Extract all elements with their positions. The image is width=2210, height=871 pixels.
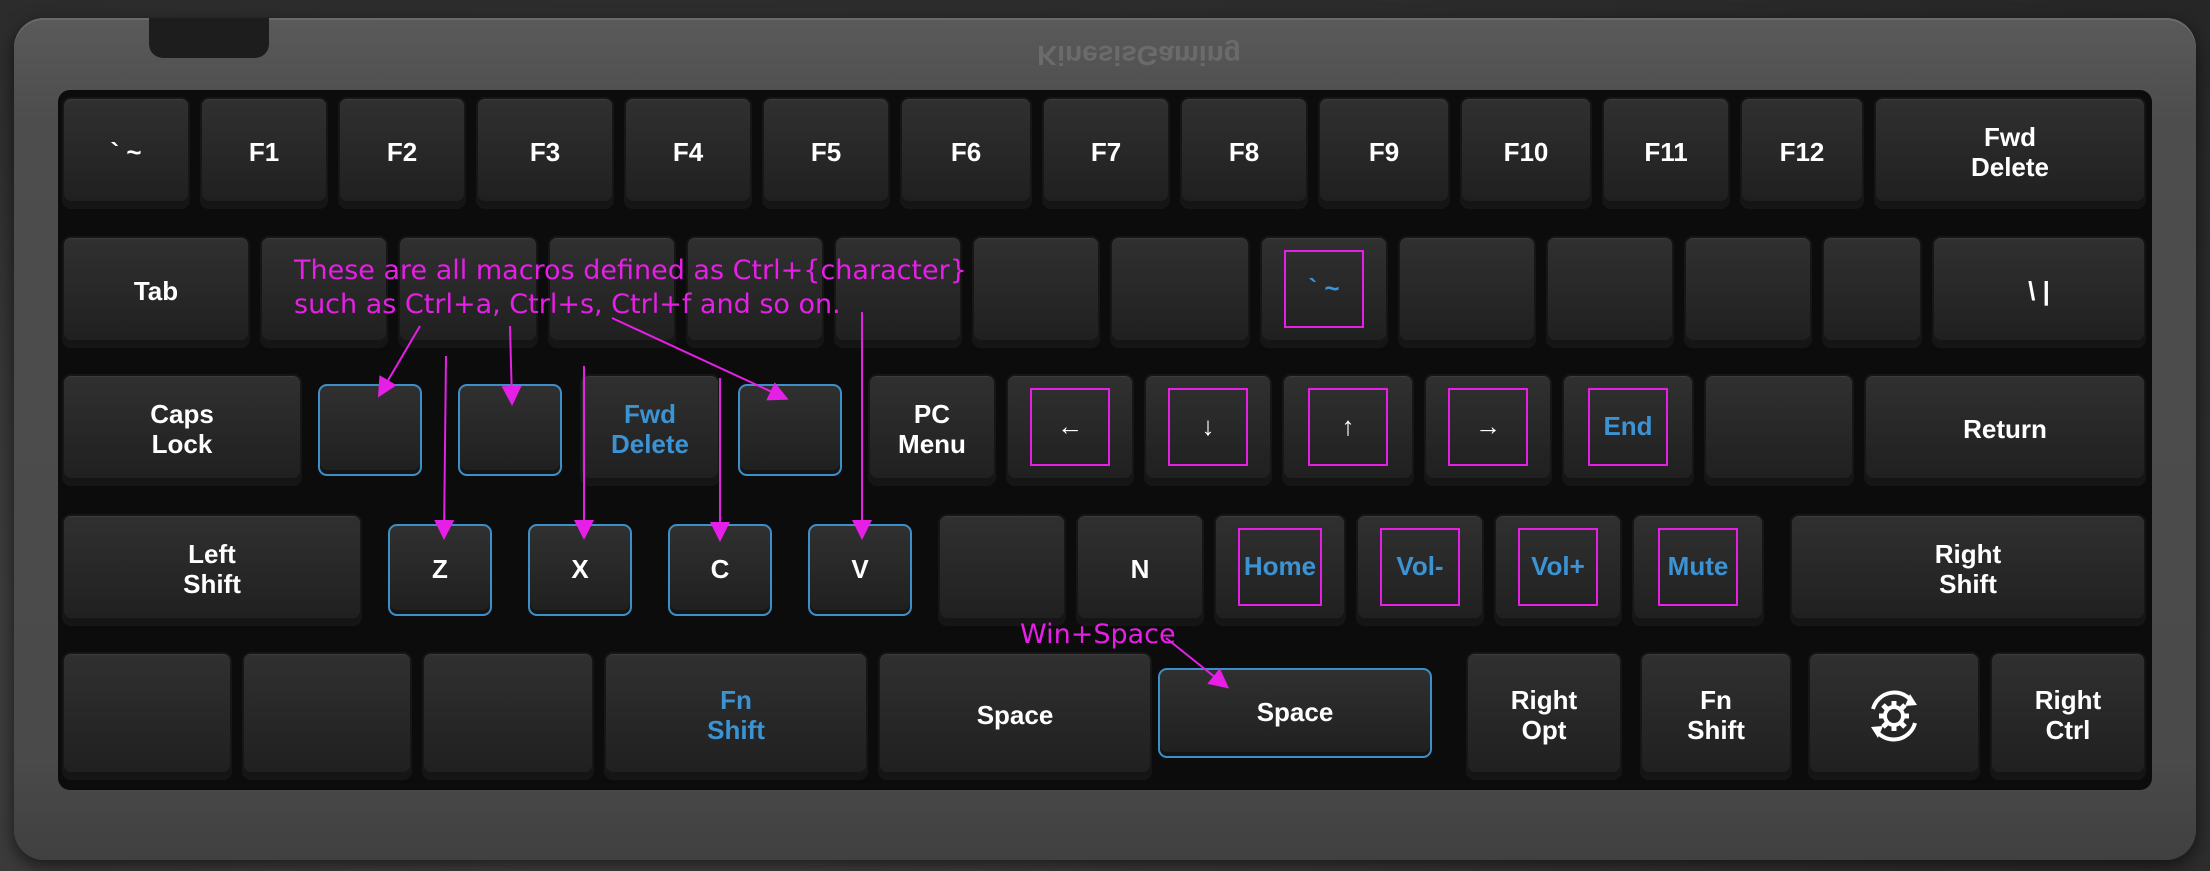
- annotation-arrows: [377, 312, 1230, 689]
